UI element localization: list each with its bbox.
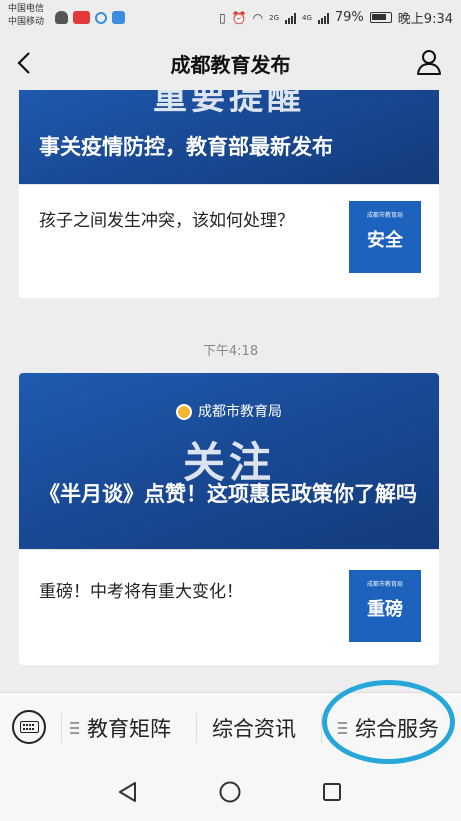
header-bar: 成都教育发布: [0, 36, 461, 90]
thumb-word: 安全: [367, 230, 403, 251]
nav-home-icon[interactable]: [218, 780, 242, 804]
article-card: 重要提醒 事关疫情防控，教育部最新发布 孩子之间发生冲突，该如何处理？ 成都市教…: [19, 90, 439, 298]
battery-icon: [369, 12, 392, 23]
thumb-word: 重磅: [367, 599, 403, 620]
wechat-official-account-screen: 中国电信 中国移动 ▯ ⏰ ◠ 2G 4G 79% 晚上9:34 成都教育发布: [0, 0, 461, 821]
education-bureau-logo-icon: [176, 404, 192, 420]
thumb-org: 成都市教育局: [366, 581, 403, 588]
menu-divider: [61, 713, 62, 743]
banner-org: 成都市教育局: [19, 401, 439, 421]
thumb-org: 成都市教育局: [366, 212, 403, 219]
submenu-icon: [338, 722, 347, 734]
message-list: 重要提醒 事关疫情防控，教育部最新发布 孩子之间发生冲突，该如何处理？ 成都市教…: [0, 90, 461, 690]
news-app-icon: [73, 11, 90, 24]
sub-article-item[interactable]: 孩子之间发生冲突，该如何处理？ 成都市教育局 安全: [19, 184, 439, 298]
menu-item-education-matrix[interactable]: 教育矩阵: [70, 713, 171, 743]
menu-item-label: 综合服务: [355, 717, 439, 741]
carrier-1: 中国电信: [8, 4, 45, 14]
network-2-label: 4G: [302, 13, 312, 22]
alarm-icon: ⏰: [231, 10, 247, 25]
menu-divider: [196, 713, 197, 743]
message-app-icon: [112, 11, 125, 24]
wifi-icon: ◠: [252, 10, 264, 25]
sub-article-thumbnail: 成都市教育局 安全: [349, 201, 421, 273]
keyboard-icon[interactable]: [12, 710, 46, 744]
app-notification-icon: [95, 11, 107, 24]
menu-divider: [321, 713, 322, 743]
article-banner[interactable]: 成都市教育局 关注 《半月谈》点赞！这项惠民政策你了解吗: [19, 373, 439, 549]
official-account-menu: 教育矩阵 综合资讯 综合服务: [0, 692, 461, 765]
battery-percent: 79%: [334, 10, 364, 25]
menu-item-news[interactable]: 综合资讯: [212, 713, 296, 743]
carrier-2: 中国移动: [8, 17, 45, 27]
status-right: ▯ ⏰ ◠ 2G 4G 79% 晚上9:34: [219, 8, 453, 27]
page-title: 成都教育发布: [170, 53, 291, 77]
network-1-label: 2G: [269, 13, 279, 22]
message-timestamp: 下午4:18: [202, 344, 259, 359]
bell-icon: [55, 11, 68, 24]
notification-icons: [55, 11, 125, 24]
sub-article-title: 重磅！中考将有重大变化！: [39, 582, 243, 602]
submenu-icon: [70, 722, 79, 734]
banner-word: 重要提醒: [153, 90, 305, 118]
article-card: 成都市教育局 关注 《半月谈》点赞！这项惠民政策你了解吗 重磅！中考将有重大变化…: [19, 373, 439, 665]
article-headline: 《半月谈》点赞！这项惠民政策你了解吗: [39, 482, 417, 506]
menu-item-label: 教育矩阵: [87, 717, 171, 741]
clock: 晚上9:34: [397, 12, 453, 27]
sub-article-item[interactable]: 重磅！中考将有重大变化！ 成都市教育局 重磅: [19, 549, 439, 665]
signal-icon-2: [317, 12, 329, 24]
profile-icon[interactable]: [415, 48, 443, 76]
menu-item-services[interactable]: 综合服务: [338, 713, 439, 743]
carrier-info: 中国电信 中国移动: [8, 3, 44, 29]
signal-icon-1: [285, 12, 296, 24]
nav-recents-icon[interactable]: [320, 780, 344, 804]
system-navigation-bar: [0, 764, 461, 821]
vibrate-icon: ▯: [219, 10, 226, 25]
banner-org-name: 成都市教育局: [198, 404, 282, 420]
nav-back-icon[interactable]: [116, 780, 140, 804]
article-banner[interactable]: 重要提醒 事关疫情防控，教育部最新发布: [19, 90, 439, 184]
sub-article-thumbnail: 成都市教育局 重磅: [349, 570, 421, 642]
status-bar: 中国电信 中国移动 ▯ ⏰ ◠ 2G 4G 79% 晚上9:34: [0, 0, 461, 36]
article-headline: 事关疫情防控，教育部最新发布: [39, 135, 333, 159]
sub-article-title: 孩子之间发生冲突，该如何处理？: [39, 211, 294, 231]
menu-item-label: 综合资讯: [212, 717, 296, 741]
